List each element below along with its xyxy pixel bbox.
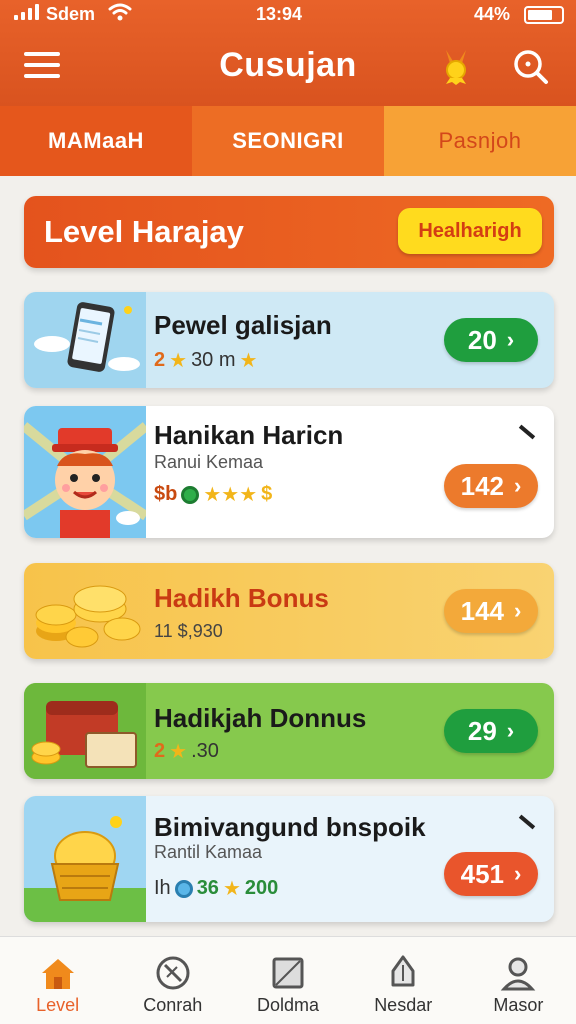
award-badge-icon[interactable] <box>436 46 476 86</box>
carrier-name: Sdem <box>46 4 96 24</box>
card-2-collapse-icon[interactable] <box>518 424 536 440</box>
nav-doldma-label: Doldma <box>256 995 320 1015</box>
card-3-value-button[interactable]: 144 › <box>444 589 538 633</box>
basket-illustration <box>24 796 146 922</box>
card-4-value: 29 <box>467 715 497 746</box>
reward-card-5[interactable]: Bimivangund bnspoik Rantil Kamaa Ih 36 ★… <box>24 796 554 922</box>
card-2-value-button[interactable]: 142 › <box>444 464 538 508</box>
card-3-subtitle: 11 $,930 <box>154 621 223 641</box>
card-4-meta: 2 ★ .30 <box>154 739 219 764</box>
wallet-illustration <box>24 683 146 779</box>
tab-seonigri[interactable]: SEONIGRI <box>192 106 384 176</box>
phone-illustration <box>24 292 146 388</box>
reward-card-1[interactable]: Pewel galisjan 2 ★ 30 m ★ 20 › <box>24 292 554 388</box>
card-3-value: 144 <box>460 595 505 626</box>
nav-masor[interactable]: Masor <box>461 937 576 1024</box>
sparkle-icon: ★ <box>239 350 258 372</box>
nav-nesdar[interactable]: Nesdar <box>346 937 461 1024</box>
battery-icon <box>524 6 564 24</box>
nav-doldma[interactable]: Doldma <box>230 937 345 1024</box>
card-5-meta-label: Ih <box>154 877 171 899</box>
card-5-collapse-icon[interactable] <box>518 814 536 830</box>
target-icon <box>156 956 190 990</box>
card-2-meta-amount: $b <box>154 483 178 505</box>
top-app-bar: Sdem 13:94 44% Cusujan <box>0 0 576 106</box>
card-1-meta-time: 30 m <box>191 349 236 371</box>
level-banner: Level Harajay Healharigh <box>24 196 554 268</box>
profile-icon <box>501 957 536 991</box>
nav-conrah-label: Conrah <box>143 995 203 1015</box>
card-5-meta: Ih 36 ★ 200 <box>154 876 278 901</box>
card-1-value-button[interactable]: 20 › <box>444 318 538 362</box>
chevron-right-icon: › <box>506 327 515 352</box>
nav-level[interactable]: Level <box>0 937 115 1024</box>
star-icon: ★ <box>169 350 188 372</box>
search-icon[interactable] <box>510 46 550 86</box>
tab-mamaah[interactable]: MAMaaH <box>0 106 192 176</box>
dollar-icon: $ <box>261 483 273 505</box>
reward-card-3[interactable]: Hadikh Bonus 11 $,930 144 › <box>24 563 554 659</box>
card-2-meta: $b ★★★ $ <box>154 482 272 507</box>
card-1-value: 20 <box>467 324 497 355</box>
clock-time: 13:94 <box>256 4 303 24</box>
card-4-meta-value: .30 <box>191 740 219 762</box>
chevron-right-icon: › <box>514 598 522 623</box>
status-bar: Sdem 13:94 44% <box>0 0 576 30</box>
reward-card-2[interactable]: Hanikan Haricn Ranui Kemaa $b ★★★ $ 142 › <box>24 406 554 538</box>
card-3-title: Hadikh Bonus <box>154 583 329 613</box>
nav-nesdar-label: Nesdar <box>374 995 433 1015</box>
star-icon: ★ <box>222 878 241 900</box>
coin-icon <box>181 485 200 504</box>
reward-card-4[interactable]: Hadikjah Donnus 2 ★ .30 29 › <box>24 683 554 779</box>
app-title: Cusujan <box>219 46 357 84</box>
card-5-value-button[interactable]: 451 › <box>444 852 538 896</box>
card-5-meta-count: 36 <box>196 877 219 899</box>
coins-illustration <box>35 585 141 648</box>
card-1-meta-count: 2 <box>154 349 166 371</box>
bottom-navigation: Level Conrah Doldma Nesdar Masor <box>0 936 576 1024</box>
card-4-title: Hadikjah Donnus <box>154 703 367 733</box>
level-banner-button[interactable]: Healharigh <box>398 208 542 254</box>
chevron-right-icon: › <box>506 718 515 743</box>
mascot-illustration <box>24 406 146 538</box>
card-5-subtitle: Rantil Kamaa <box>154 842 263 862</box>
card-4-value-button[interactable]: 29 › <box>444 709 538 753</box>
card-1-title: Pewel galisjan <box>154 310 332 340</box>
chevron-right-icon: › <box>514 473 522 498</box>
level-banner-title: Level Harajay <box>44 214 244 249</box>
coin-icon <box>174 879 193 898</box>
card-5-meta-points: 200 <box>244 877 279 899</box>
star-icon: ★ <box>169 741 188 763</box>
stars-icon: ★★★ <box>203 484 258 506</box>
tab-bar: MAMaaH SEONIGRI Pasnjoh <box>0 106 576 176</box>
card-1-meta: 2 ★ 30 m ★ <box>154 348 257 373</box>
nav-masor-label: Masor <box>493 995 544 1015</box>
board-icon <box>272 957 304 989</box>
bell-icon <box>391 955 415 987</box>
card-2-title: Hanikan Haricn <box>154 420 344 450</box>
chevron-right-icon: › <box>514 861 522 886</box>
nav-conrah[interactable]: Conrah <box>115 937 230 1024</box>
tab-pasnjoh[interactable]: Pasnjoh <box>384 106 576 176</box>
nav-level-label: Level <box>36 995 80 1015</box>
battery-percent: 44% <box>474 4 511 24</box>
home-icon <box>41 959 74 989</box>
signal-icon <box>14 4 39 20</box>
card-2-value: 142 <box>460 470 505 501</box>
card-5-title: Bimivangund bnspoik <box>154 812 426 842</box>
card-2-subtitle: Ranui Kemaa <box>154 452 264 472</box>
card-5-value: 451 <box>460 858 505 889</box>
wifi-icon <box>108 3 132 21</box>
card-4-meta-count: 2 <box>154 740 166 762</box>
